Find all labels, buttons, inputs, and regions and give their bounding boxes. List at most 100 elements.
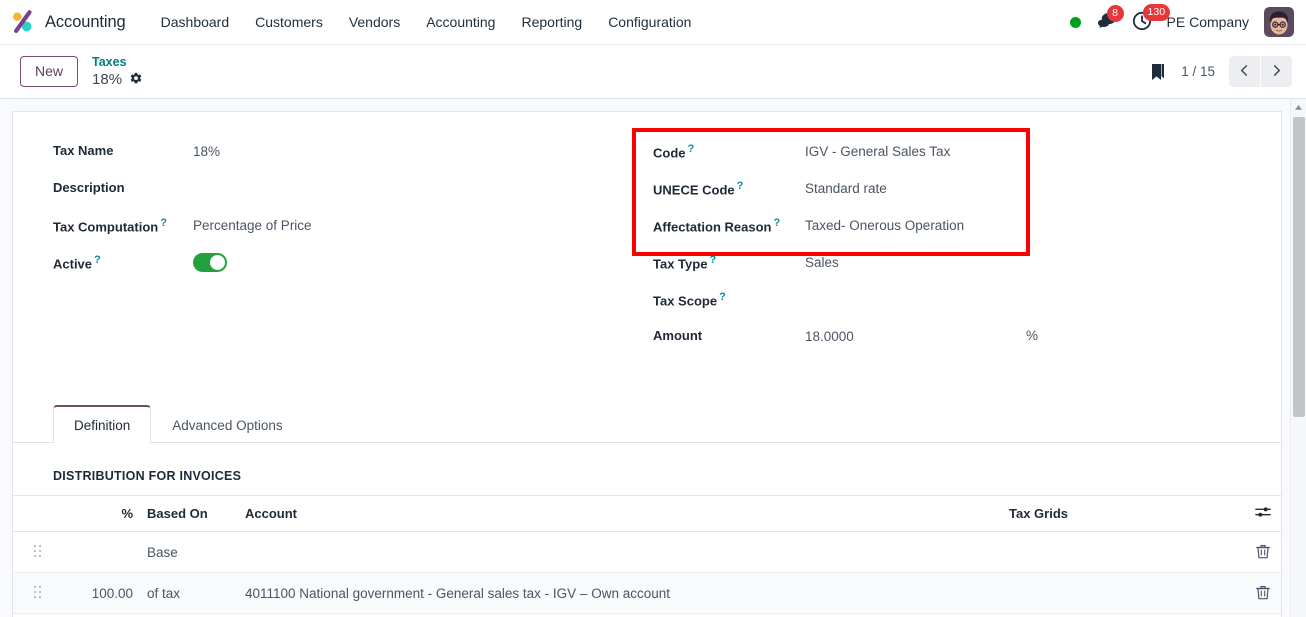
- label-text: Tax Type: [653, 256, 708, 272]
- column-tax-grids[interactable]: Tax Grids: [1003, 495, 1245, 532]
- pager-previous-button[interactable]: [1229, 56, 1260, 87]
- field-label-unece-code: UNECE Code?: [653, 177, 805, 197]
- help-icon[interactable]: ?: [719, 291, 726, 303]
- nav-item-dashboard[interactable]: Dashboard: [148, 8, 243, 36]
- field-value-amount[interactable]: 18.0000: [805, 325, 854, 346]
- cell-percent[interactable]: [53, 531, 139, 573]
- table-row[interactable]: 100.00 of tax 4011100 National governmen…: [13, 572, 1281, 614]
- company-switcher[interactable]: PE Company: [1167, 14, 1249, 30]
- row-drag-cell[interactable]: [13, 572, 53, 614]
- field-label-tax-type: Tax Type?: [653, 251, 805, 271]
- chevron-right-icon: [1270, 64, 1283, 80]
- nav-item-reporting[interactable]: Reporting: [508, 8, 595, 36]
- help-icon[interactable]: ?: [737, 180, 744, 192]
- cell-based-on[interactable]: Base: [139, 531, 239, 573]
- online-status-dot: [1069, 16, 1081, 28]
- column-account[interactable]: Account: [239, 495, 1003, 532]
- label-text: UNECE Code: [653, 182, 735, 198]
- breadcrumb-current-row: 18%: [92, 71, 143, 88]
- field-unece-code: UNECE Code? Standard rate: [653, 173, 1253, 210]
- field-label-tax-computation: Tax Computation?: [53, 214, 193, 234]
- vertical-scrollbar[interactable]: [1290, 99, 1306, 617]
- top-navbar: Accounting Dashboard Customers Vendors A…: [0, 0, 1306, 45]
- nav-item-configuration[interactable]: Configuration: [595, 8, 704, 36]
- help-icon[interactable]: ?: [160, 217, 167, 229]
- trash-icon: [1256, 585, 1270, 600]
- active-toggle[interactable]: [193, 253, 227, 272]
- help-icon[interactable]: ?: [94, 254, 101, 266]
- help-icon[interactable]: ?: [688, 143, 695, 155]
- cell-account[interactable]: 4011100 National government - General sa…: [239, 572, 1003, 614]
- help-icon[interactable]: ?: [709, 254, 716, 266]
- messages-badge: 8: [1106, 4, 1124, 22]
- field-value-tax-type[interactable]: Sales: [805, 251, 839, 272]
- label-text: Code: [653, 145, 686, 161]
- chevron-left-icon: [1238, 64, 1251, 80]
- distribution-table: % Based On Account Tax Grids Base 100.00…: [13, 495, 1281, 614]
- nav-item-vendors[interactable]: Vendors: [336, 8, 413, 36]
- bookmark-icon[interactable]: [1149, 62, 1167, 82]
- field-label-description: Description: [53, 180, 125, 195]
- field-label-code: Code?: [653, 140, 805, 160]
- field-description: Description: [53, 173, 653, 210]
- field-value-tax-computation[interactable]: Percentage of Price: [193, 214, 312, 235]
- column-handle: [13, 495, 53, 532]
- notebook-tabs: Definition Advanced Options: [13, 404, 1281, 443]
- breadcrumb-item-taxes[interactable]: Taxes: [92, 55, 127, 69]
- field-label-tax-name: Tax Name: [53, 143, 114, 158]
- cell-based-on[interactable]: of tax: [139, 572, 239, 614]
- field-affectation-reason: Affectation Reason? Taxed- Onerous Opera…: [653, 210, 1253, 247]
- gear-icon[interactable]: [129, 72, 143, 86]
- nav-item-accounting[interactable]: Accounting: [413, 8, 508, 36]
- brand[interactable]: Accounting: [10, 9, 126, 35]
- table-options-icon: [1255, 507, 1271, 522]
- drag-handle-icon[interactable]: [33, 544, 42, 558]
- odoo-logo-icon: [10, 9, 36, 35]
- cell-tax-grids[interactable]: [1003, 531, 1245, 573]
- cell-account[interactable]: [239, 531, 1003, 573]
- activities-button[interactable]: 130: [1132, 3, 1171, 34]
- field-value-affectation-reason[interactable]: Taxed- Onerous Operation: [805, 214, 964, 235]
- scroll-up-arrow-icon[interactable]: [1291, 99, 1306, 115]
- field-value-code[interactable]: IGV - General Sales Tax: [805, 140, 950, 161]
- messages-button[interactable]: 8: [1096, 4, 1124, 33]
- tab-panel-definition: DISTRIBUTION FOR INVOICES % Based On Acc…: [13, 443, 1281, 617]
- delete-row-button[interactable]: [1254, 583, 1272, 602]
- table-options-button[interactable]: [1245, 495, 1281, 532]
- field-label-affectation-reason: Affectation Reason?: [653, 214, 805, 234]
- tab-advanced-options[interactable]: Advanced Options: [151, 406, 303, 443]
- record-sheet: Tax Name 18% Description Tax Computation…: [12, 111, 1282, 617]
- scrollbar-thumb[interactable]: [1293, 117, 1305, 417]
- label-text: Active: [53, 256, 93, 272]
- activities-badge: 130: [1142, 3, 1171, 21]
- field-tax-computation: Tax Computation? Percentage of Price: [53, 210, 653, 247]
- brand-name: Accounting: [45, 12, 126, 31]
- help-icon[interactable]: ?: [773, 217, 780, 229]
- pager-next-button[interactable]: [1261, 56, 1292, 87]
- row-drag-cell[interactable]: [13, 531, 53, 573]
- cell-percent[interactable]: 100.00: [53, 572, 139, 614]
- breadcrumb-current-record: 18%: [92, 70, 123, 88]
- field-value-unece-code[interactable]: Standard rate: [805, 177, 887, 198]
- field-amount: Amount 18.0000 %: [653, 321, 1253, 358]
- field-tax-type: Tax Type? Sales: [653, 247, 1253, 284]
- cell-tax-grids[interactable]: [1003, 572, 1245, 614]
- pager-value[interactable]: 1 / 15: [1181, 64, 1215, 79]
- field-value-tax-name[interactable]: 18%: [193, 140, 220, 161]
- new-record-button[interactable]: New: [20, 56, 79, 87]
- control-panel: New Taxes 18% 1 / 15: [0, 45, 1306, 99]
- table-body: Base 100.00 of tax 4011100 National gove…: [13, 531, 1281, 614]
- column-percent[interactable]: %: [53, 495, 139, 532]
- cell-delete: [1245, 572, 1281, 614]
- avatar[interactable]: [1264, 7, 1294, 37]
- label-text: Affectation Reason: [653, 219, 772, 235]
- column-based-on[interactable]: Based On: [139, 495, 239, 532]
- field-active: Active?: [53, 247, 653, 284]
- drag-handle-icon[interactable]: [33, 585, 42, 599]
- control-panel-right: 1 / 15: [1149, 56, 1292, 87]
- field-label-tax-scope: Tax Scope?: [653, 288, 805, 308]
- table-row[interactable]: Base: [13, 531, 1281, 573]
- delete-row-button[interactable]: [1254, 542, 1272, 561]
- nav-item-customers[interactable]: Customers: [242, 8, 336, 36]
- tab-definition[interactable]: Definition: [53, 405, 152, 443]
